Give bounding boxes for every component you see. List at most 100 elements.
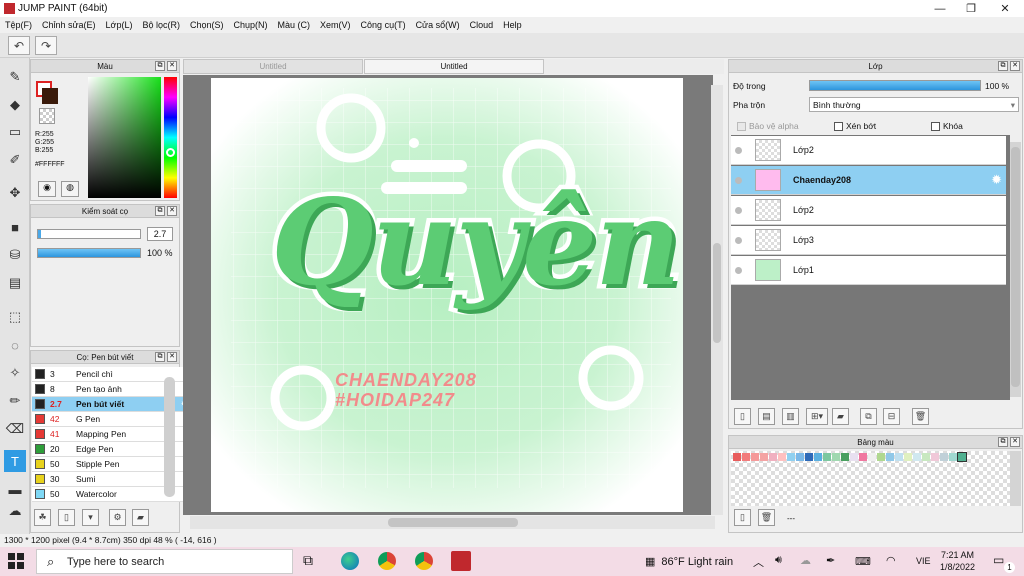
canvas-vscroll[interactable]	[711, 85, 723, 515]
close-icon[interactable]: ✕	[167, 206, 177, 216]
menu-capture[interactable]: Chụp(N)	[234, 20, 268, 30]
clock[interactable]: 7:21 AM 1/8/2022	[940, 549, 975, 573]
brush-list-scrollbar[interactable]	[164, 377, 175, 497]
close-icon[interactable]: ✕	[1010, 61, 1020, 71]
canvas-hscroll[interactable]	[190, 516, 715, 529]
protect-alpha-option[interactable]: Bảo vệ alpha	[737, 121, 799, 131]
select-pen-icon[interactable]: ✏	[4, 390, 26, 412]
taskbar-search[interactable]: ⌕ Type here to search	[36, 549, 293, 574]
cloud-icon[interactable]: ☁	[800, 554, 811, 567]
windows-start-icon[interactable]	[8, 553, 24, 569]
hue-handle[interactable]	[166, 148, 175, 157]
layer-row[interactable]: Lớp1	[731, 256, 1006, 285]
new-layer-3-icon[interactable]: ▥	[782, 408, 799, 425]
popout-icon[interactable]: ⧉	[998, 61, 1008, 71]
gear-icon[interactable]: ✹	[991, 172, 1002, 188]
palette-icon[interactable]: ◉	[38, 181, 56, 197]
visibility-icon[interactable]	[735, 176, 742, 184]
clipping-option[interactable]: Xén bớt	[834, 121, 876, 131]
layer-row[interactable]: Lớp2	[731, 136, 1006, 165]
close-icon[interactable]: ✕	[1010, 437, 1020, 447]
tab-untitled-2[interactable]: Untitled	[364, 59, 544, 74]
chrome-icon[interactable]	[378, 552, 396, 570]
layer-row[interactable]: Lớp2	[731, 196, 1006, 225]
brush-new-icon[interactable]: ▯	[58, 509, 75, 526]
move-tool-icon[interactable]: ✥	[4, 182, 26, 204]
drawing-canvas[interactable]: Quyên CHAENDAY208 #HOIDAP247	[211, 78, 683, 512]
redo-icon[interactable]: ↷	[35, 36, 57, 55]
brush-size-value[interactable]: 2.7	[147, 227, 173, 241]
menu-window[interactable]: Cửa sổ(W)	[416, 20, 460, 30]
jump-paint-taskbar-icon[interactable]	[451, 551, 471, 571]
palette-new-icon[interactable]: ▯	[734, 509, 751, 526]
palette-delete-icon[interactable]: 🗑	[758, 509, 775, 526]
visibility-icon[interactable]	[735, 266, 742, 274]
new-layer-icon[interactable]: ▯	[734, 408, 751, 425]
hue-slider[interactable]	[164, 77, 177, 198]
layer-row-selected[interactable]: Chaenday208 ✹	[731, 166, 1006, 195]
menu-filter[interactable]: Bộ lọc(R)	[142, 20, 180, 30]
visibility-icon[interactable]	[735, 146, 742, 154]
lock-option[interactable]: Khóa	[931, 121, 963, 131]
select-rect-icon[interactable]: ⬚	[4, 306, 26, 328]
rectangle-tool-icon[interactable]: ▭	[4, 121, 26, 143]
menu-view[interactable]: Xem(V)	[320, 20, 351, 30]
brush-tool-icon[interactable]: ✎	[4, 66, 26, 88]
menu-tools[interactable]: Công cụ(T)	[361, 20, 406, 30]
volume-icon[interactable]: 🔊︎	[775, 554, 782, 567]
bucket-tool-icon[interactable]: ⛁	[4, 244, 26, 266]
language-indicator[interactable]: VIE	[916, 556, 931, 566]
visibility-icon[interactable]	[735, 206, 742, 214]
menu-help[interactable]: Help	[503, 20, 522, 30]
menu-color[interactable]: Màu (C)	[278, 20, 311, 30]
divider-tool-icon[interactable]: ▬	[4, 478, 26, 500]
background-color[interactable]	[42, 88, 58, 104]
visibility-icon[interactable]	[735, 236, 742, 244]
weather-widget[interactable]: ▦ 86°F Light rain	[645, 555, 733, 569]
undo-icon[interactable]: ↶	[8, 36, 30, 55]
palette-grid[interactable]	[731, 451, 1010, 506]
eyedropper-icon[interactable]: ◍	[61, 181, 79, 197]
layer-list-scrollbar[interactable]	[1010, 142, 1021, 397]
popout-icon[interactable]: ⧉	[155, 206, 165, 216]
menu-cloud[interactable]: Cloud	[470, 20, 494, 30]
lock-checkbox[interactable]	[931, 121, 940, 131]
tab-untitled-1[interactable]: Untitled	[183, 59, 363, 74]
protect-alpha-checkbox[interactable]	[737, 121, 746, 131]
fill-rect-tool-icon[interactable]: ■	[4, 216, 26, 238]
layer-add-menu-icon[interactable]: ⊞▾	[806, 408, 828, 425]
chrome-profile-icon[interactable]	[415, 552, 433, 570]
brush-settings-icon[interactable]: ⚙	[109, 509, 126, 526]
popout-icon[interactable]: ⧉	[155, 352, 165, 362]
color-field[interactable]	[88, 77, 161, 198]
close-button[interactable]: ✕	[990, 0, 1020, 17]
clipping-checkbox[interactable]	[834, 121, 843, 131]
layer-merge-icon[interactable]: ⊟	[883, 408, 900, 425]
brush-copy-icon[interactable]: ▾	[82, 509, 99, 526]
new-layer-2-icon[interactable]: ▤	[758, 408, 775, 425]
task-view-icon[interactable]: ⧉	[303, 552, 313, 569]
gradient-tool-icon[interactable]: ▤	[4, 272, 26, 294]
layer-delete-icon[interactable]: 🗑	[912, 408, 929, 425]
maximize-button[interactable]: ❐	[956, 0, 986, 17]
cloud-tool-icon[interactable]: ☁	[4, 500, 26, 522]
menu-file[interactable]: Tệp(F)	[5, 20, 32, 30]
layer-folder-icon[interactable]: ▰	[832, 408, 849, 425]
menu-layer[interactable]: Lớp(L)	[106, 20, 133, 30]
wifi-icon[interactable]: ◠	[886, 554, 896, 567]
text-tool-icon[interactable]: T	[4, 450, 26, 472]
menu-select[interactable]: Chọn(S)	[190, 20, 224, 30]
brush-size-slider[interactable]	[37, 229, 141, 239]
chevron-up-icon[interactable]: ︿	[753, 554, 764, 570]
close-icon[interactable]: ✕	[167, 61, 177, 71]
layer-opacity-slider[interactable]	[809, 80, 981, 91]
menu-edit[interactable]: Chỉnh sửa(E)	[42, 20, 96, 30]
brush-folder-icon[interactable]: ▰	[132, 509, 149, 526]
popout-icon[interactable]: ⧉	[155, 61, 165, 71]
edge-browser-icon[interactable]	[341, 552, 359, 570]
close-icon[interactable]: ✕	[167, 352, 177, 362]
minimize-button[interactable]: —	[925, 0, 955, 17]
palette-scrollbar[interactable]	[1010, 451, 1021, 506]
eraser-tool-icon[interactable]: ◆	[4, 94, 26, 116]
keyboard-icon[interactable]: ⌨	[855, 555, 871, 568]
